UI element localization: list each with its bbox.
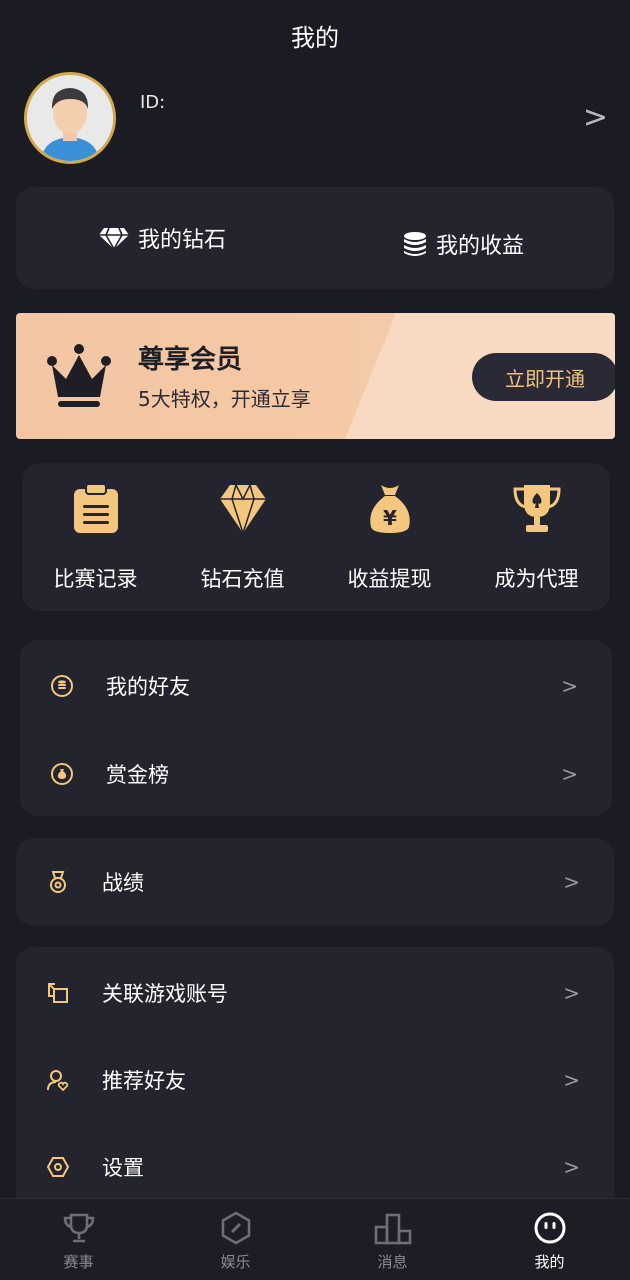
page-header: 我的 [0,0,630,70]
bounty-icon [51,763,73,785]
menu-item-label: 关联游戏账号 [102,982,228,1006]
chevron-right-icon: > [561,674,578,698]
wallet-card: 我的钻石 我的收益 [16,187,614,289]
bottom-tab-bar: 赛事 娱乐 消息 我的 [0,1198,630,1280]
podium-icon [374,1213,411,1245]
trophy-icon [63,1213,94,1243]
my-diamonds-button[interactable]: 我的钻石 [98,187,226,289]
menu-group-1: 我的好友 > 赏金榜 > [20,640,612,816]
face-icon [534,1212,565,1244]
chevron-right-icon: > [563,1155,580,1179]
quick-action-label: 钻石充值 [200,567,285,591]
my-earnings-label: 我的收益 [436,234,525,259]
become-agent-button[interactable]: 成为代理 [463,463,610,611]
earnings-withdraw-button[interactable]: ¥ 收益提现 [316,463,463,611]
hexagon-icon [221,1211,250,1245]
menu-item-label: 我的好友 [106,675,190,699]
coin-icon [51,675,73,697]
menu-item-label: 战绩 [102,871,144,895]
chevron-right-icon: > [563,870,580,894]
tab-messages[interactable]: 消息 [314,1199,471,1280]
tab-label: 消息 [377,1253,408,1271]
link-icon [48,983,68,1003]
vip-title: 尊享会员 [138,345,243,375]
my-earnings-button[interactable]: 我的收益 [402,193,524,295]
match-records-button[interactable]: 比赛记录 [22,463,169,611]
medal-icon [50,871,66,893]
tab-label: 赛事 [63,1253,94,1271]
quick-action-label: 收益提现 [347,567,432,591]
chevron-right-icon: > [563,1068,580,1092]
chevron-right-icon: > [563,981,580,1005]
clipboard-icon [73,483,118,533]
menu-item-record[interactable]: 战绩 > [16,838,614,926]
tab-label: 娱乐 [220,1253,251,1271]
menu-item-label: 赏金榜 [106,763,169,787]
menu-item-link-game-account[interactable]: 关联游戏账号 > [16,949,614,1037]
menu-item-label: 设置 [102,1156,144,1180]
settings-icon [46,1157,70,1177]
menu-item-refer-friends[interactable]: 推荐好友 > [16,1036,614,1124]
tab-events[interactable]: 赛事 [0,1199,157,1280]
menu-group-2: 战绩 > [16,838,614,926]
quick-actions-card: 比赛记录 钻石充值 ¥ 收益提现 成为代理 [22,463,610,611]
menu-group-3: 关联游戏账号 > 推荐好友 > 设置 > [16,947,614,1209]
profile-section[interactable]: ID: > [0,72,630,164]
user-id-label: ID: [140,92,166,113]
avatar-image [27,75,113,161]
coins-stack-icon [404,232,426,256]
profile-arrow[interactable]: > [583,100,608,135]
trophy-icon [512,485,561,532]
activate-vip-button[interactable]: 立即开通 [472,353,615,401]
page-title: 我的 [291,23,339,52]
diamond-icon [99,227,129,250]
my-diamonds-label: 我的钻石 [138,228,227,253]
crown-icon [47,344,111,407]
user-heart-icon [47,1070,69,1092]
svg-text:¥: ¥ [383,506,397,530]
menu-item-bounty-board[interactable]: 赏金榜 > [20,730,612,818]
diamond-recharge-button[interactable]: 钻石充值 [169,463,316,611]
money-bag-icon: ¥ [369,485,410,533]
quick-action-label: 比赛记录 [53,567,138,591]
vip-subtitle: 5大特权，开通立享 [138,387,311,411]
tab-label: 我的 [534,1253,565,1271]
diamond-icon [219,484,266,535]
avatar[interactable] [24,72,116,164]
tab-entertainment[interactable]: 娱乐 [157,1199,314,1280]
chevron-right-icon: > [561,762,578,786]
tab-mine[interactable]: 我的 [471,1199,628,1280]
quick-action-label: 成为代理 [494,567,579,591]
vip-banner[interactable]: 尊享会员 5大特权，开通立享 立即开通 [16,313,615,439]
menu-item-label: 推荐好友 [102,1069,186,1093]
menu-item-friends[interactable]: 我的好友 > [20,642,612,730]
